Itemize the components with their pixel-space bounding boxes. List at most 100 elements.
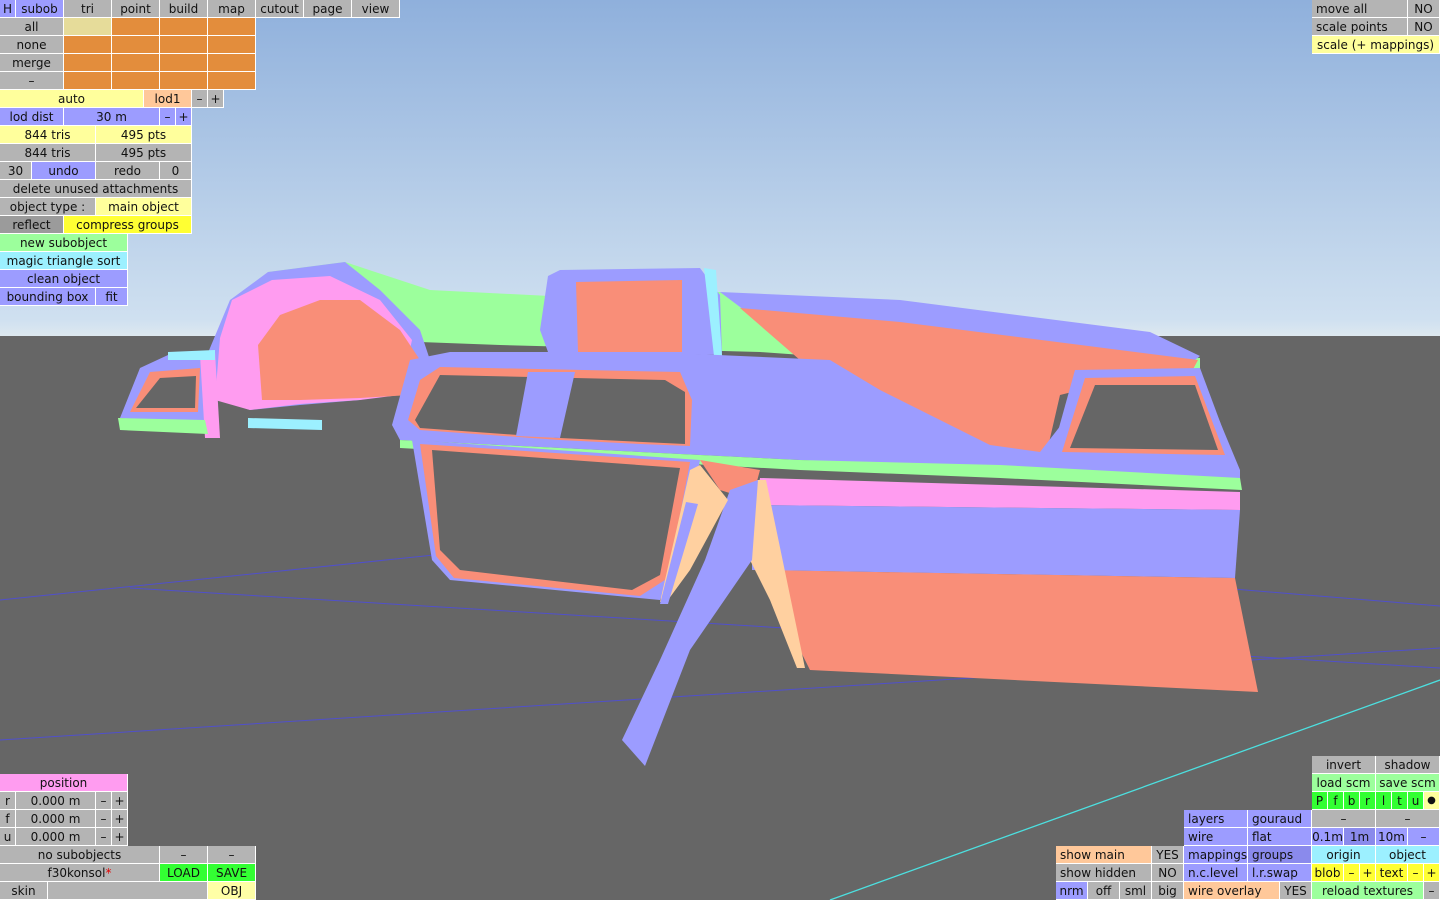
reflect-button[interactable]: reflect [0, 216, 64, 234]
grid-01m-button[interactable]: 0.1m [1312, 828, 1344, 846]
groups-button[interactable]: groups [1248, 846, 1312, 864]
flat-button[interactable]: flat [1248, 828, 1312, 846]
gouraud-button[interactable]: gouraud [1248, 810, 1312, 828]
select-all-button[interactable]: all [0, 18, 64, 36]
obj-export-button[interactable]: OBJ [208, 882, 256, 900]
subobject-prev-button[interactable]: – [160, 846, 208, 864]
scale-points-toggle[interactable]: scale points [1312, 18, 1408, 36]
show-hidden-toggle[interactable]: show hidden [1056, 864, 1152, 882]
tab-page[interactable]: page [304, 0, 352, 18]
tab-subob[interactable]: subob [16, 0, 64, 18]
object-button[interactable]: object [1376, 846, 1440, 864]
compress-groups-button[interactable]: compress groups [64, 216, 192, 234]
h-button[interactable]: H [0, 0, 16, 18]
group-cell[interactable] [112, 36, 160, 54]
layers-button[interactable]: layers [1184, 810, 1248, 828]
move-all-value[interactable]: NO [1408, 0, 1440, 18]
scale-mappings-button[interactable]: scale (+ mappings) [1312, 36, 1440, 54]
view-b-button[interactable]: b [1344, 792, 1360, 810]
delete-unused-attachments-button[interactable]: delete unused attachments [0, 180, 192, 198]
grid-minus-button[interactable]: – [1312, 810, 1376, 828]
merge-button[interactable]: merge [0, 54, 64, 72]
load-scm-button[interactable]: load scm [1312, 774, 1376, 792]
bounding-box-button[interactable]: bounding box [0, 288, 96, 306]
group-cell[interactable] [160, 72, 208, 90]
group-cell[interactable] [64, 18, 112, 36]
lod-plus-button[interactable]: + [208, 90, 224, 108]
view-r-button[interactable]: r [1360, 792, 1376, 810]
undo-button[interactable]: undo [32, 162, 96, 180]
nrm-button[interactable]: nrm [1056, 882, 1088, 900]
text-minus-button[interactable]: – [1408, 864, 1424, 882]
group-minus-button[interactable]: – [0, 72, 64, 90]
clean-object-button[interactable]: clean object [0, 270, 128, 288]
position-u-minus[interactable]: – [96, 828, 112, 846]
lod-dist-plus-button[interactable]: + [176, 108, 192, 126]
position-u-value[interactable]: 0.000 m [16, 828, 96, 846]
skin-field[interactable] [48, 882, 208, 900]
magic-triangle-sort-button[interactable]: magic triangle sort [0, 252, 128, 270]
big-button[interactable]: big [1152, 882, 1184, 900]
view-p-button[interactable]: P [1312, 792, 1328, 810]
origin-button[interactable]: origin [1312, 846, 1376, 864]
reload-minus-button[interactable]: – [1424, 882, 1440, 900]
lod-dist-minus-button[interactable]: – [160, 108, 176, 126]
move-all-toggle[interactable]: move all [1312, 0, 1408, 18]
view-l-button[interactable]: l [1376, 792, 1392, 810]
tab-view[interactable]: view [352, 0, 400, 18]
scale-points-value[interactable]: NO [1408, 18, 1440, 36]
filename-field[interactable]: f30konsol * [0, 864, 160, 882]
group-cell[interactable] [160, 54, 208, 72]
lod-auto-button[interactable]: auto [0, 90, 144, 108]
sml-button[interactable]: sml [1120, 882, 1152, 900]
save-button[interactable]: SAVE [208, 864, 256, 882]
position-u-plus[interactable]: + [112, 828, 128, 846]
view-f-button[interactable]: f [1328, 792, 1344, 810]
tab-build[interactable]: build [160, 0, 208, 18]
nc-level-button[interactable]: n.c.level [1184, 864, 1248, 882]
show-hidden-value[interactable]: NO [1152, 864, 1184, 882]
wire-button[interactable]: wire [1184, 828, 1248, 846]
wire-overlay-toggle[interactable]: wire overlay [1184, 882, 1280, 900]
group-cell[interactable] [64, 36, 112, 54]
group-cell[interactable] [112, 54, 160, 72]
position-f-minus[interactable]: – [96, 810, 112, 828]
group-cell[interactable] [208, 36, 256, 54]
off-button[interactable]: off [1088, 882, 1120, 900]
group-cell[interactable] [112, 72, 160, 90]
position-r-value[interactable]: 0.000 m [16, 792, 96, 810]
group-cell[interactable] [160, 18, 208, 36]
load-button[interactable]: LOAD [160, 864, 208, 882]
show-main-toggle[interactable]: show main [1056, 846, 1152, 864]
lod-dist-value[interactable]: 30 m [64, 108, 160, 126]
group-cell[interactable] [208, 18, 256, 36]
subobject-next-button[interactable]: – [208, 846, 256, 864]
position-f-plus[interactable]: + [112, 810, 128, 828]
group-cell[interactable] [208, 54, 256, 72]
view-dot-icon[interactable]: ● [1424, 792, 1440, 810]
grid-dash-button[interactable]: – [1408, 828, 1440, 846]
position-header[interactable]: position [0, 774, 128, 792]
lr-swap-button[interactable]: l.r.swap [1248, 864, 1312, 882]
blob-minus-button[interactable]: – [1344, 864, 1360, 882]
invert-button[interactable]: invert [1312, 756, 1376, 774]
mappings-button[interactable]: mappings [1184, 846, 1248, 864]
lod-minus-button[interactable]: – [192, 90, 208, 108]
grid-plus-button[interactable]: – [1376, 810, 1440, 828]
group-cell[interactable] [208, 72, 256, 90]
object-type-value[interactable]: main object [96, 198, 192, 216]
save-scm-button[interactable]: save scm [1376, 774, 1440, 792]
new-subobject-button[interactable]: new subobject [0, 234, 128, 252]
wire-overlay-value[interactable]: YES [1280, 882, 1312, 900]
position-r-plus[interactable]: + [112, 792, 128, 810]
grid-10m-button[interactable]: 10m [1376, 828, 1408, 846]
tab-point[interactable]: point [112, 0, 160, 18]
select-none-button[interactable]: none [0, 36, 64, 54]
position-f-value[interactable]: 0.000 m [16, 810, 96, 828]
blob-plus-button[interactable]: + [1360, 864, 1376, 882]
reload-textures-button[interactable]: reload textures [1312, 882, 1424, 900]
tab-tri[interactable]: tri [64, 0, 112, 18]
skin-button[interactable]: skin [0, 882, 48, 900]
subobjects-selector[interactable]: no subobjects [0, 846, 160, 864]
tab-map[interactable]: map [208, 0, 256, 18]
